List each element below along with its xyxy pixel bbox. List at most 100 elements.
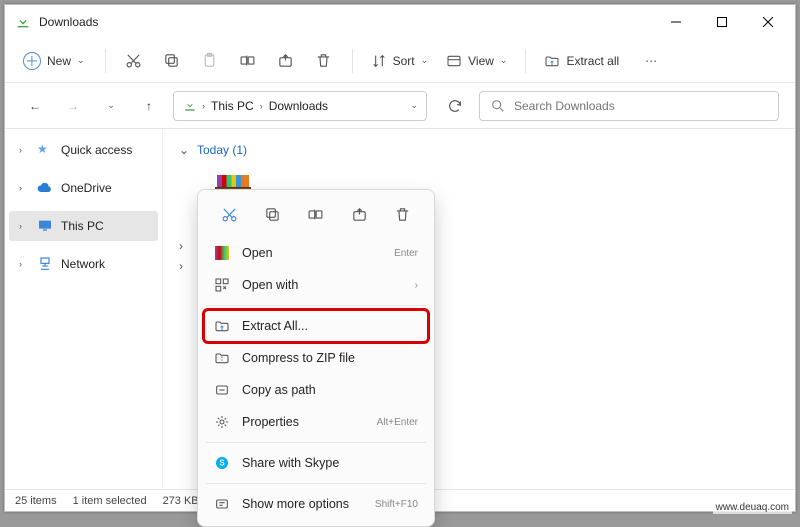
chevron-down-icon: ⌄ (500, 55, 508, 66)
window-controls (653, 6, 791, 38)
recent-locations-button[interactable]: ⌄ (97, 92, 125, 120)
explorer-window: Downloads New ⌄ Sort ⌄ View ⌄ (4, 4, 796, 512)
extract-all-label: Extract all (566, 54, 619, 68)
address-bar[interactable]: › This PC › Downloads ⌄ (173, 91, 427, 121)
chevron-down-icon: ⌄ (421, 55, 429, 66)
context-menu-toolbar (204, 196, 428, 237)
skype-icon: S (214, 455, 230, 471)
breadcrumb-downloads[interactable]: Downloads (267, 99, 330, 113)
view-button[interactable]: View ⌄ (438, 49, 515, 73)
separator (206, 305, 426, 306)
share-button[interactable] (268, 43, 304, 79)
ctx-cut-button[interactable] (214, 200, 246, 228)
copy-path-icon (214, 382, 230, 398)
separator (105, 49, 106, 73)
extract-all-button[interactable]: Extract all (536, 49, 627, 73)
status-selected: 1 item selected (73, 495, 147, 507)
chevron-right-icon: › (179, 259, 191, 273)
sidebar-item-label: This PC (61, 219, 104, 233)
chevron-down-icon[interactable]: ⌄ (410, 100, 418, 111)
view-icon (446, 53, 462, 69)
sidebar-item-label: OneDrive (61, 181, 112, 195)
sidebar-item-quick-access[interactable]: › ★ Quick access (5, 135, 162, 165)
ctx-item-label: Properties (242, 415, 365, 429)
ctx-item-hint: Enter (394, 248, 418, 259)
search-icon (490, 98, 506, 114)
ctx-rename-button[interactable] (300, 200, 332, 228)
status-size: 273 KB (163, 495, 199, 507)
ctx-item-label: Compress to ZIP file (242, 351, 418, 365)
ctx-item-hint: Alt+Enter (377, 417, 418, 428)
search-input[interactable] (514, 99, 768, 113)
search-box[interactable] (479, 91, 779, 121)
copy-button[interactable] (154, 43, 190, 79)
chevron-right-icon: › (19, 183, 29, 193)
watermark: www.deuaq.com (713, 501, 792, 514)
command-bar: New ⌄ Sort ⌄ View ⌄ Extract all ⋯ (5, 39, 795, 83)
ctx-copy-button[interactable] (257, 200, 289, 228)
sidebar-item-network[interactable]: › Network (5, 249, 162, 279)
status-item-count: 25 items (15, 495, 57, 507)
ctx-item-label: Copy as path (242, 383, 418, 397)
chevron-right-icon: › (179, 239, 191, 253)
separator (206, 483, 426, 484)
address-bar-row: ← → ⌄ ↑ › This PC › Downloads ⌄ (5, 83, 795, 129)
ctx-item-label: Show more options (242, 497, 363, 511)
ctx-copy-path[interactable]: Copy as path (204, 374, 428, 406)
new-button[interactable]: New ⌄ (13, 48, 95, 74)
monitor-icon (37, 218, 53, 234)
navigation-pane: › ★ Quick access › OneDrive › This PC › … (5, 129, 163, 489)
network-icon (37, 256, 53, 272)
ctx-skype[interactable]: S Share with Skype (204, 447, 428, 479)
separator (525, 49, 526, 73)
window-title: Downloads (39, 15, 98, 29)
open-with-icon (214, 277, 230, 293)
sidebar-item-thispc[interactable]: › This PC (9, 211, 158, 241)
refresh-button[interactable] (441, 92, 469, 120)
ctx-extract-all[interactable]: Extract All... (204, 310, 428, 342)
ctx-compress[interactable]: Compress to ZIP file (204, 342, 428, 374)
ctx-open-with[interactable]: Open with › (204, 269, 428, 301)
more-options-icon (214, 496, 230, 512)
breadcrumb-thispc[interactable]: This PC (209, 99, 256, 113)
ctx-delete-button[interactable] (386, 200, 418, 228)
rename-button[interactable] (230, 43, 266, 79)
titlebar: Downloads (5, 5, 795, 39)
group-label: Today (1) (197, 143, 247, 157)
chevron-right-icon: › (202, 101, 205, 111)
sort-label: Sort (393, 54, 415, 68)
cut-button[interactable] (116, 43, 152, 79)
chevron-right-icon: › (415, 280, 418, 291)
ctx-item-label: Share with Skype (242, 456, 418, 470)
cloud-icon (37, 180, 53, 196)
close-button[interactable] (745, 6, 791, 38)
sort-button[interactable]: Sort ⌄ (363, 49, 437, 73)
sidebar-item-onedrive[interactable]: › OneDrive (5, 173, 162, 203)
maximize-button[interactable] (699, 6, 745, 38)
back-button[interactable]: ← (21, 92, 49, 120)
ctx-show-more[interactable]: Show more options Shift+F10 (204, 488, 428, 520)
sidebar-item-label: Quick access (61, 143, 132, 157)
ctx-share-button[interactable] (343, 200, 375, 228)
sidebar-item-label: Network (61, 257, 105, 271)
ctx-properties[interactable]: Properties Alt+Enter (204, 406, 428, 438)
chevron-right-icon: › (19, 221, 29, 231)
extract-all-icon (214, 318, 230, 334)
ctx-item-label: Extract All... (242, 319, 418, 333)
extract-all-icon (544, 53, 560, 69)
downloads-folder-icon (182, 98, 198, 114)
new-label: New (47, 54, 71, 68)
delete-button[interactable] (306, 43, 342, 79)
forward-button[interactable]: → (59, 92, 87, 120)
downloads-folder-icon (15, 14, 31, 30)
paste-button[interactable] (192, 43, 228, 79)
svg-text:S: S (219, 459, 225, 468)
up-button[interactable]: ↑ (135, 92, 163, 120)
ctx-open[interactable]: Open Enter (204, 237, 428, 269)
star-icon: ★ (37, 142, 53, 158)
ctx-item-label: Open with (242, 278, 403, 292)
more-button[interactable]: ⋯ (633, 43, 669, 79)
group-today[interactable]: ⌄ Today (1) (179, 143, 779, 157)
minimize-button[interactable] (653, 6, 699, 38)
winrar-icon (214, 245, 230, 261)
